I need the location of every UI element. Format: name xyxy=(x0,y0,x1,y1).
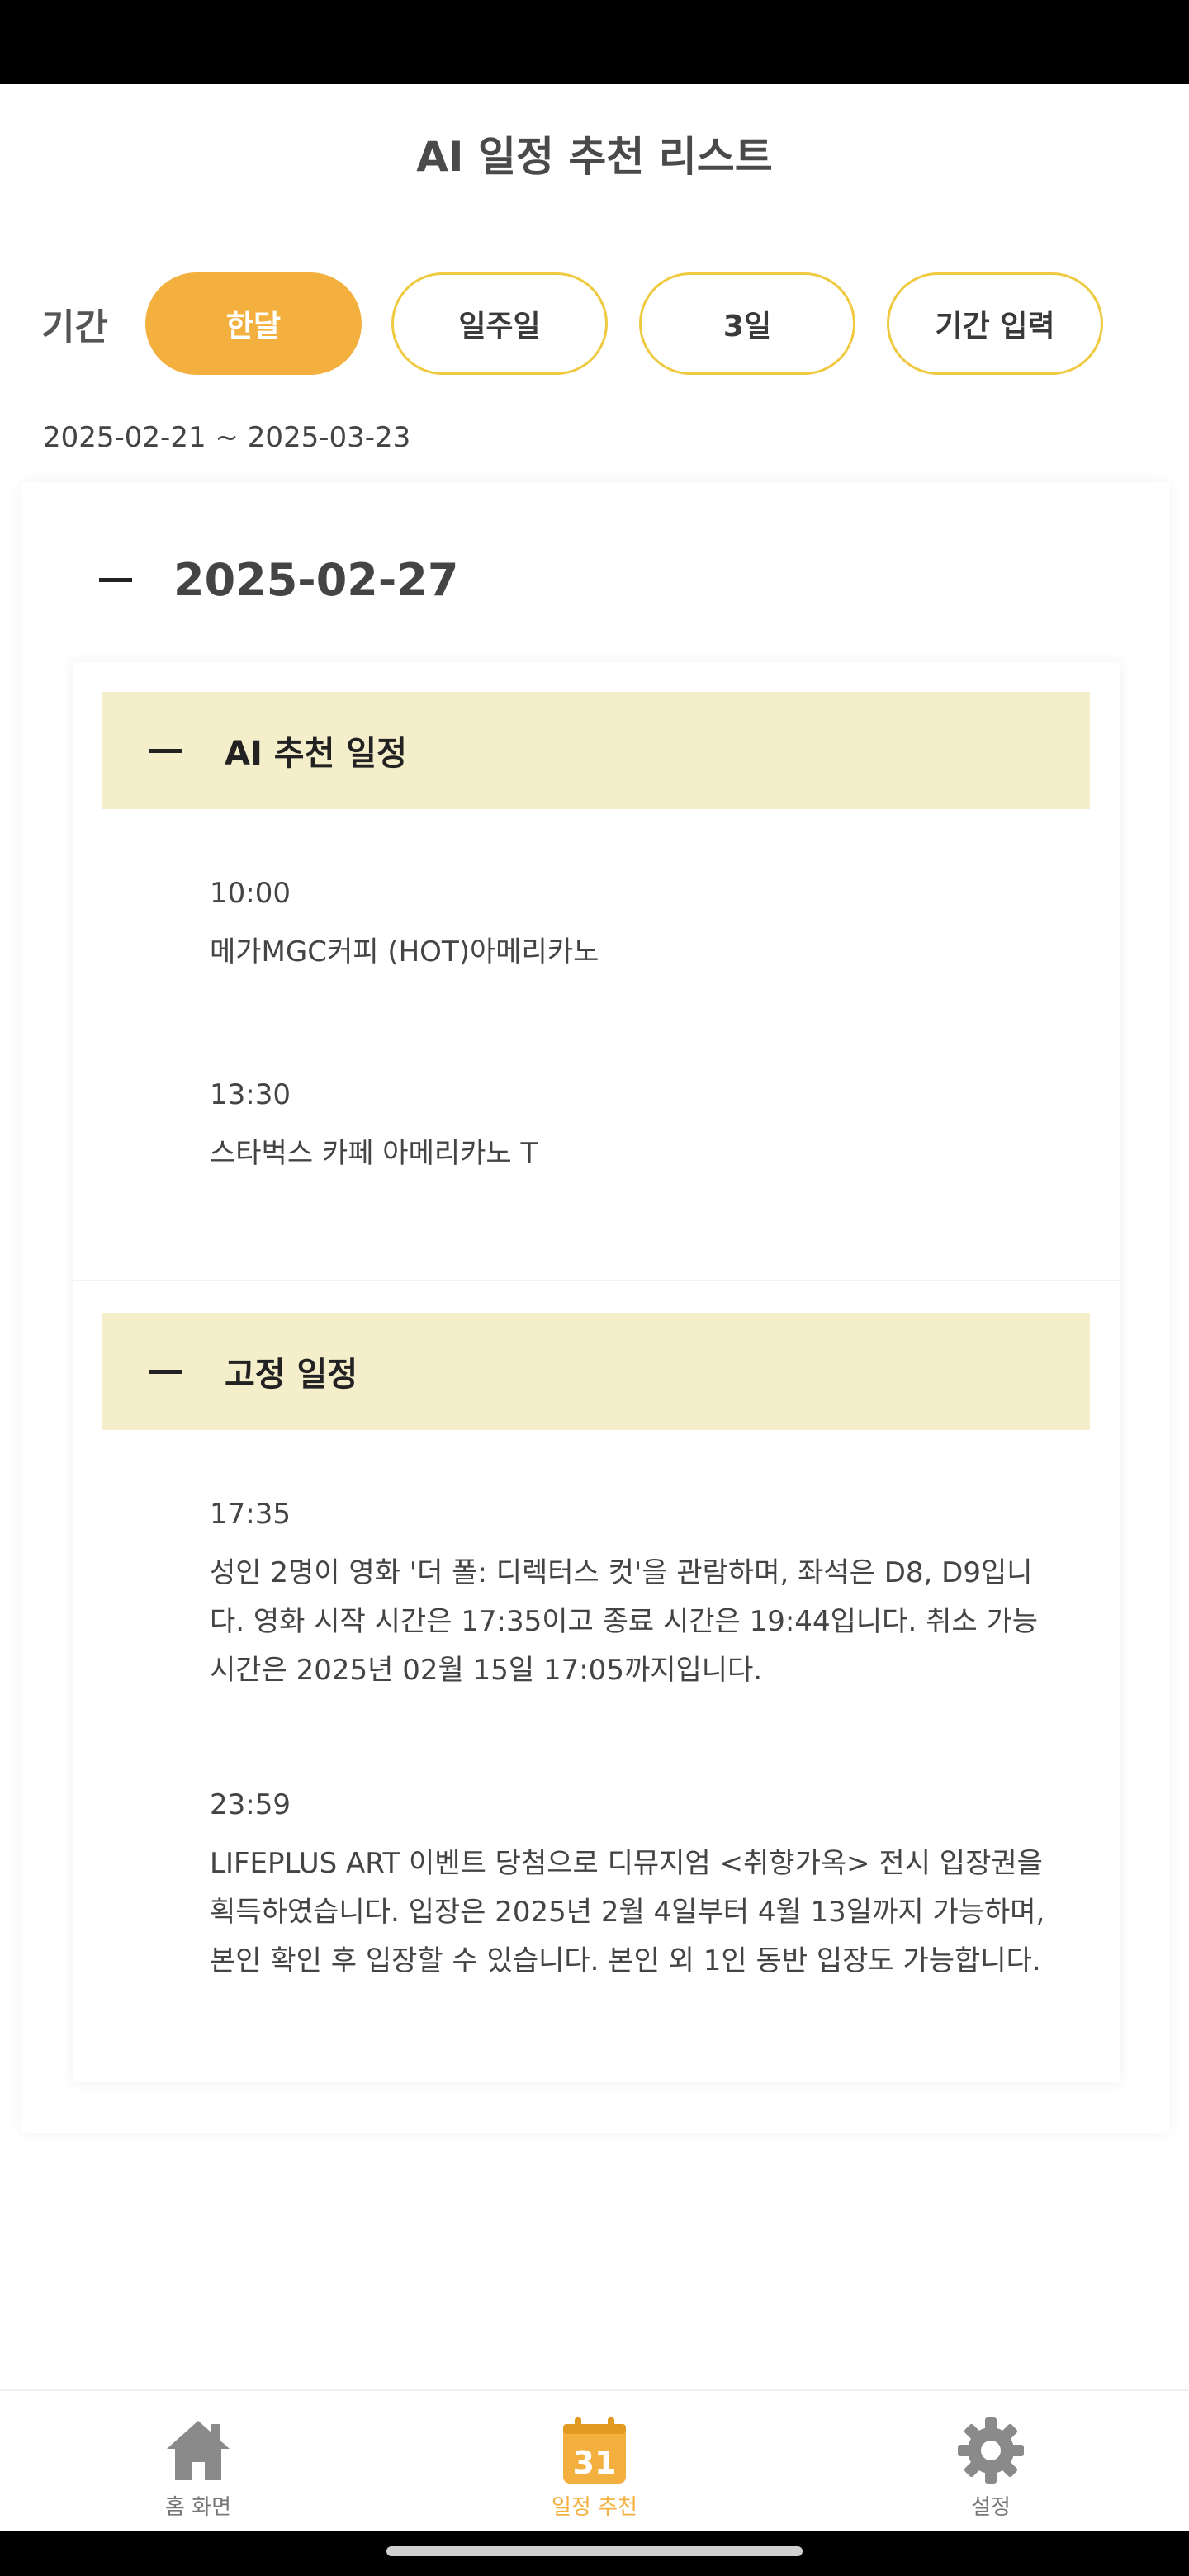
home-icon xyxy=(167,2421,230,2480)
day-date: 2025-02-27 xyxy=(173,553,459,606)
date-range-text: 2025-02-21 ~ 2025-03-23 xyxy=(43,421,411,454)
section-header-ai-recommended[interactable]: AI 추천 일정 xyxy=(102,692,1090,809)
status-bar xyxy=(0,0,1189,84)
collapse-icon[interactable] xyxy=(99,577,132,582)
schedule-description: 성인 2명이 영화 '더 폴: 디렉터스 컷'을 관람하며, 좌석은 D8, D… xyxy=(210,1556,1039,1687)
section-divider xyxy=(73,1280,1120,1281)
page-title: AI 일정 추천 리스트 xyxy=(416,133,773,181)
collapse-icon[interactable] xyxy=(149,748,182,753)
period-label: 기간 xyxy=(41,306,108,348)
schedule-time: 10:00 xyxy=(210,877,291,910)
schedule-time: 13:30 xyxy=(210,1078,291,1111)
collapse-icon[interactable] xyxy=(149,1369,182,1374)
day-header[interactable]: 2025-02-27 xyxy=(99,547,458,613)
schedule-time: 17:35 xyxy=(210,1498,291,1531)
section-header-fixed[interactable]: 고정 일정 xyxy=(102,1313,1090,1430)
period-option-month-button[interactable]: 한달 xyxy=(145,272,362,375)
calendar-number: 31 xyxy=(573,2445,617,2481)
schedule-description: 메가MGC커피 (HOT)아메리카노 xyxy=(210,935,599,968)
schedule-item[interactable]: 10:00 메가MGC커피 (HOT)아메리카노 xyxy=(210,877,1060,977)
section-title: AI 추천 일정 xyxy=(225,735,407,773)
nav-schedule-recommend[interactable]: 31 일정 추천 xyxy=(512,2416,677,2521)
nav-label: 설정 xyxy=(971,2495,1011,2520)
schedule-description: 스타벅스 카페 아메리카노 T xyxy=(210,1137,538,1170)
calendar-icon: 31 xyxy=(563,2417,626,2484)
nav-label: 홈 화면 xyxy=(164,2495,232,2520)
schedule-time: 23:59 xyxy=(210,1788,291,1821)
home-indicator[interactable] xyxy=(386,2546,803,2556)
nav-label: 일정 추천 xyxy=(552,2495,637,2520)
period-option-3days-button[interactable]: 3일 xyxy=(639,272,855,375)
period-selector: 기간 한달 일주일 3일 기간 입력 xyxy=(0,272,1189,375)
schedule-item[interactable]: 13:30 스타벅스 카페 아메리카노 T xyxy=(210,1078,1060,1178)
schedule-item[interactable]: 23:59 LIFEPLUS ART 이벤트 당첨으로 디뮤지엄 <취향가옥> … xyxy=(210,1788,1060,1986)
period-option-custom-button[interactable]: 기간 입력 xyxy=(887,272,1103,375)
schedule-item[interactable]: 17:35 성인 2명이 영화 '더 폴: 디렉터스 컷'을 관람하며, 좌석은… xyxy=(210,1498,1060,1695)
section-title: 고정 일정 xyxy=(225,1356,358,1394)
nav-home[interactable]: 홈 화면 xyxy=(116,2416,281,2521)
period-option-week-button[interactable]: 일주일 xyxy=(391,272,608,375)
gear-icon xyxy=(958,2417,1024,2484)
nav-settings[interactable]: 설정 xyxy=(908,2416,1073,2521)
bottom-navigation: 홈 화면 31 일정 추천 설정 xyxy=(0,2389,1189,2531)
schedule-description: LIFEPLUS ART 이벤트 당첨으로 디뮤지엄 <취향가옥> 전시 입장권… xyxy=(210,1847,1045,1977)
